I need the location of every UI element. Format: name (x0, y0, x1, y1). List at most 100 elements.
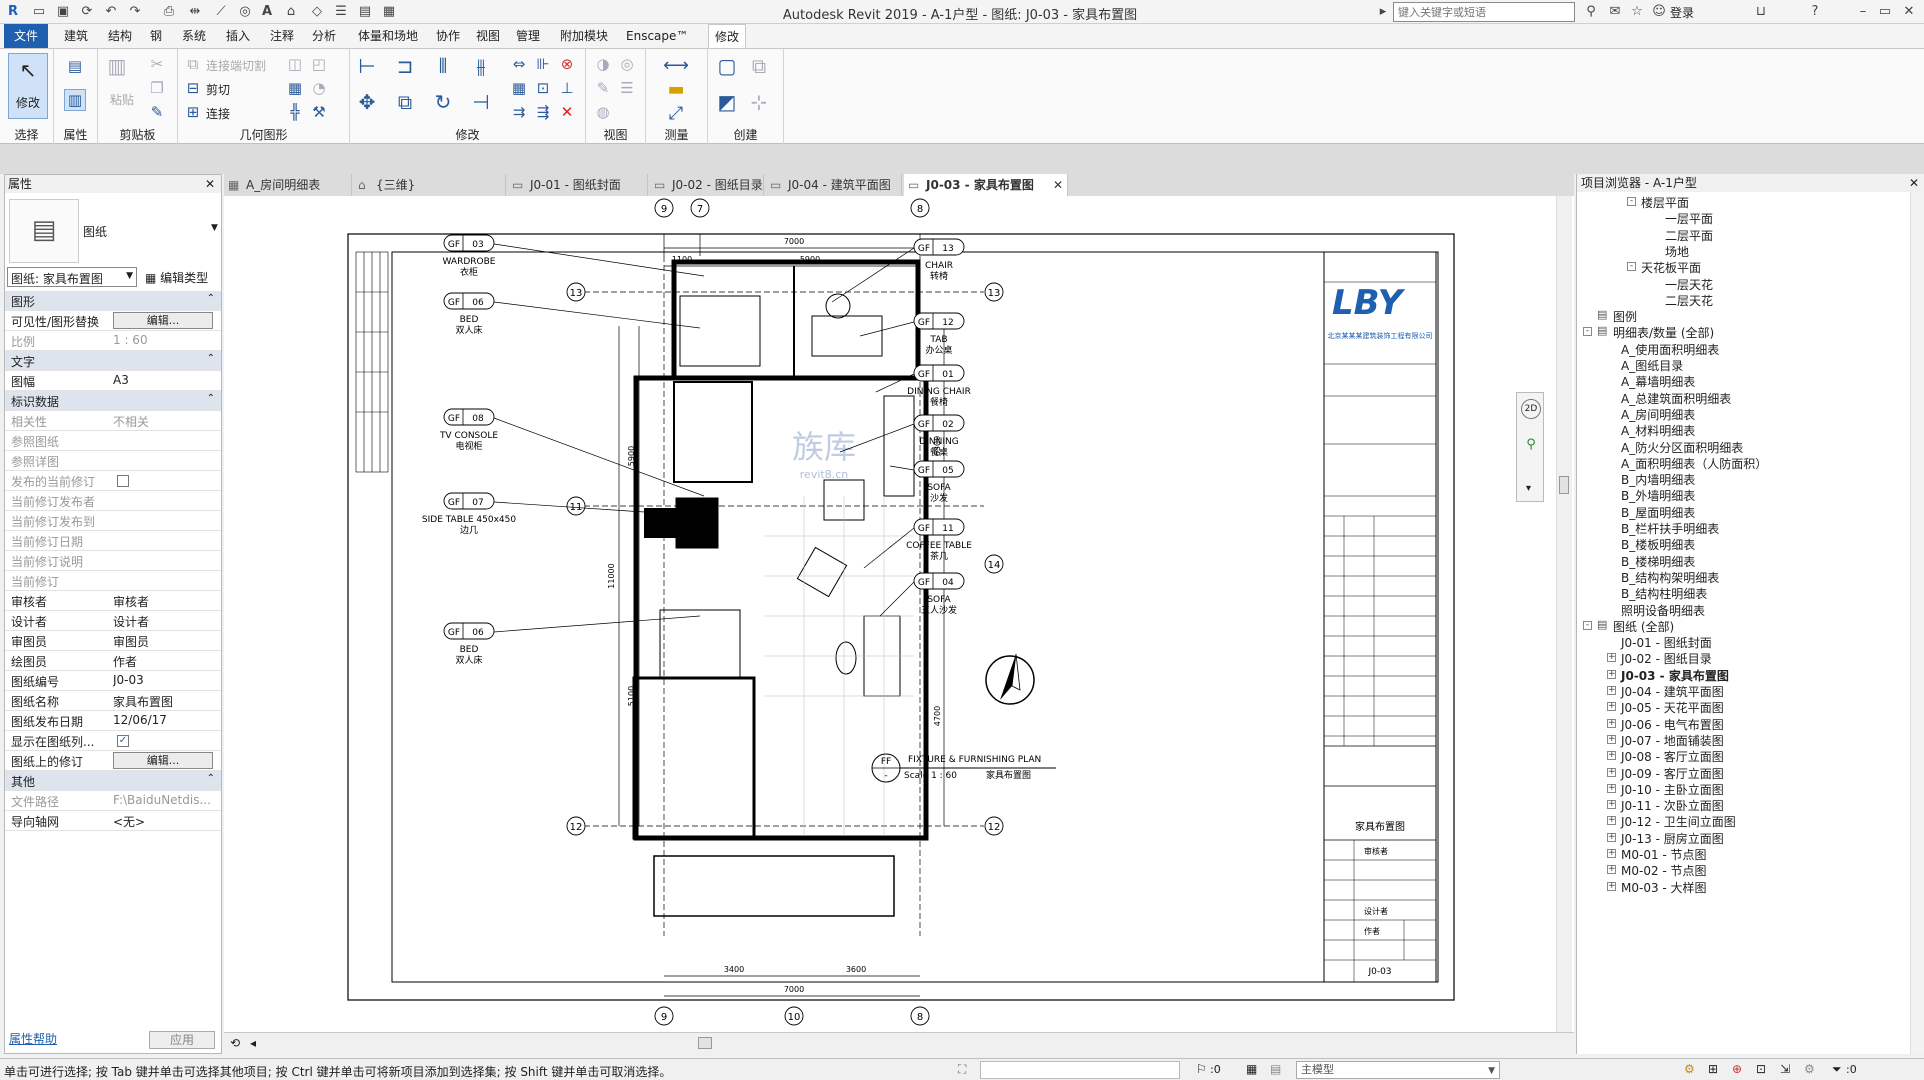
create-group-icon[interactable]: ⧉ (748, 55, 770, 83)
expand-icon[interactable]: + (1607, 865, 1616, 875)
demolish-icon[interactable]: ◔ (308, 77, 330, 99)
browser-item[interactable]: 楼层平面 (1641, 194, 1689, 211)
wall-join-icon[interactable]: ╬ (284, 101, 306, 123)
properties-icon[interactable]: ▤ (64, 55, 86, 77)
dimension-icon[interactable]: ⟋ (212, 3, 230, 21)
close-icon[interactable]: ✕ (205, 175, 215, 193)
view-tab[interactable]: ▭ J0-03 - 家具布置图 ✕ (904, 174, 1068, 196)
browser-scrollbar[interactable] (1910, 192, 1924, 1054)
property-value[interactable]: 审图员 (113, 633, 217, 650)
menu-0[interactable]: 文件 (4, 24, 49, 48)
select-pinned-icon[interactable]: ⊕ (1732, 1062, 1742, 1076)
align-icon[interactable]: ⊢ (356, 55, 378, 83)
copy-icon[interactable]: ❐ (146, 77, 168, 99)
create-part-icon[interactable]: ▢ (716, 55, 738, 83)
drawing-viewport[interactable]: LBY 北京某某某建筑装饰工程有限公司 家具布置图 审核者 设计者 作者 J0-… (224, 196, 1574, 1032)
split-icon[interactable]: ⇔ (508, 53, 530, 75)
workset-icon[interactable]: ⛶ (958, 1062, 966, 1077)
unpin-icon[interactable]: ⊗ (556, 53, 578, 75)
open-icon[interactable]: ▭ (30, 3, 48, 21)
scrollbar-thumb[interactable] (1559, 476, 1569, 494)
browser-item[interactable]: J0-06 - 电气布置图 (1621, 716, 1724, 733)
cut-icon[interactable]: ✂ (146, 53, 168, 75)
help-icon[interactable]: ? (1806, 3, 1824, 21)
cart-icon[interactable]: ⊔ (1752, 3, 1770, 21)
view-tab[interactable]: ⌂ {三维} (354, 174, 506, 196)
menu-14[interactable]: 修改 (708, 24, 747, 48)
trim-icon[interactable]: ⊣ (470, 91, 492, 119)
undo-icon[interactable]: ↶ (102, 3, 120, 21)
switch-windows-icon[interactable]: ▦ (380, 3, 398, 21)
favorites-icon[interactable]: ☆ (1628, 3, 1646, 21)
create-similar-icon[interactable]: ⊹ (748, 91, 770, 119)
menu-7[interactable]: 分析 (306, 24, 342, 48)
expand-icon[interactable]: + (1607, 832, 1616, 842)
browser-item[interactable]: M0-02 - 节点图 (1621, 862, 1707, 879)
paste-icon[interactable]: ▥ (106, 55, 128, 85)
browser-item[interactable]: J0-02 - 图纸目录 (1621, 650, 1712, 667)
browser-item[interactable]: J0-03 - 家具布置图 (1621, 667, 1729, 684)
split-gap-icon[interactable]: ⊪ (532, 53, 554, 75)
collapse-icon[interactable]: - (1583, 620, 1592, 630)
design-option-selector[interactable]: 主模型 ▼ (1296, 1061, 1500, 1079)
copy-elements-icon[interactable]: ⧉ (394, 91, 416, 119)
browser-item[interactable]: B_楼梯明细表 (1621, 553, 1695, 570)
view-tab[interactable]: ▦ A_房间明细表 (224, 174, 352, 196)
menu-10[interactable]: 视图 (470, 24, 506, 48)
sync-icon[interactable]: ⟳ (78, 3, 96, 21)
print-icon[interactable]: ⎙ (160, 3, 178, 21)
panel-label-select[interactable]: 选择 (0, 126, 53, 143)
checkbox[interactable]: ✓ (117, 735, 129, 747)
hammer-icon[interactable]: ⚒ (308, 101, 330, 123)
expand-icon[interactable]: + (1607, 751, 1616, 761)
menu-11[interactable]: 管理 (510, 24, 546, 48)
delete-icon[interactable]: ✕ (556, 101, 578, 123)
property-value[interactable]: A3 (113, 373, 217, 387)
text-icon[interactable]: A (258, 3, 276, 21)
expand-icon[interactable]: + (1607, 767, 1616, 777)
browser-item[interactable]: B_屋面明细表 (1621, 504, 1695, 521)
close-hidden-icon[interactable]: ▤ (356, 3, 374, 21)
view-range-icon[interactable]: ☰ (616, 77, 638, 99)
filter-view-icon[interactable]: ◍ (592, 101, 614, 123)
property-value[interactable]: 作者 (113, 653, 217, 670)
drag-elements-icon[interactable]: ⇲ (1780, 1062, 1790, 1076)
mirror-draw-icon[interactable]: ⫵ (470, 55, 492, 83)
workset-selector[interactable] (980, 1061, 1180, 1079)
match-type-icon[interactable]: ✎ (146, 101, 168, 123)
menu-3[interactable]: 钢 (144, 24, 168, 48)
minimize-icon[interactable]: – (1854, 3, 1872, 21)
browser-item[interactable]: B_栏杆扶手明细表 (1621, 520, 1719, 537)
furniture-callout[interactable]: GF 12 TAB办公桌 (859, 312, 965, 356)
browser-item[interactable]: J0-11 - 次卧立面图 (1621, 797, 1724, 814)
close-tab-icon[interactable]: ✕ (1053, 174, 1063, 196)
menu-1[interactable]: 建筑 (58, 24, 94, 48)
browser-item[interactable]: B_内墙明细表 (1621, 471, 1695, 488)
expand-icon[interactable]: + (1607, 800, 1616, 810)
thin-lines-icon[interactable]: ☰ (332, 3, 350, 21)
trim-multiple-icon[interactable]: ⇉ (508, 101, 530, 123)
design-options-icon[interactable]: ▦ (1246, 1062, 1257, 1076)
expand-icon[interactable]: + (1607, 881, 1616, 891)
type-name[interactable]: 图纸 (83, 223, 107, 240)
hide-icon[interactable]: ◑ (592, 53, 614, 75)
steering-wheel-icon[interactable]: 2D (1521, 399, 1541, 419)
chevron-down-icon[interactable]: ▾ (1526, 483, 1531, 494)
furniture-callout[interactable]: GF 03 WARDROBE衣柜 (443, 234, 705, 278)
furniture-callout[interactable]: GF 02 DINNING餐桌 (839, 414, 965, 458)
cut-geometry-icon[interactable]: ⊟ (182, 77, 204, 99)
exclude-options-icon[interactable]: ▤ (1270, 1062, 1281, 1076)
property-group[interactable]: 其他 ⌃ (5, 771, 221, 791)
background-processes-icon[interactable]: ⚙ (1804, 1062, 1815, 1076)
browser-item[interactable]: J0-10 - 主卧立面图 (1621, 781, 1724, 798)
menu-9[interactable]: 协作 (430, 24, 466, 48)
browser-item[interactable]: J0-01 - 图纸封面 (1621, 634, 1712, 651)
expand-icon[interactable]: + (1607, 669, 1616, 679)
login-link[interactable]: 登录 (1670, 4, 1694, 21)
close-icon[interactable]: ✕ (1900, 3, 1918, 21)
property-value[interactable]: 12/06/17 (113, 713, 217, 727)
scroll-left-icon[interactable]: ◂ (250, 1036, 256, 1050)
join-icon[interactable]: ⊞ (182, 101, 204, 123)
browser-item[interactable]: A_总建筑面积明细表 (1621, 390, 1731, 407)
expand-icon[interactable]: + (1607, 816, 1616, 826)
